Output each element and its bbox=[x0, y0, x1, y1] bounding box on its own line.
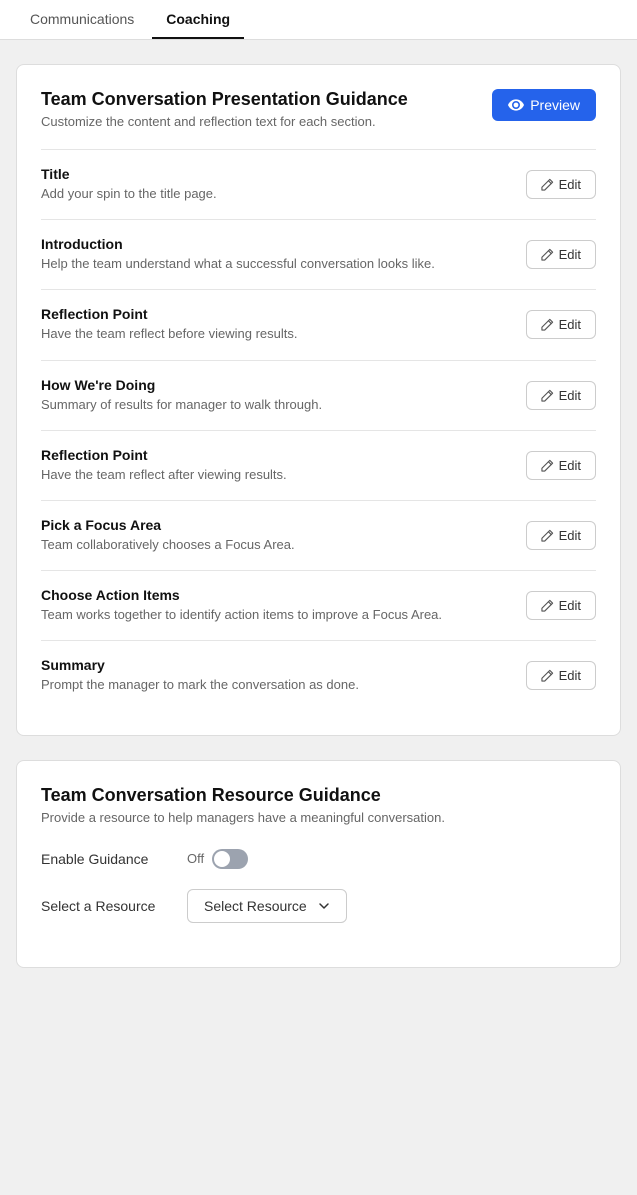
preview-button[interactable]: Preview bbox=[492, 89, 596, 121]
section-title-reflection-point-2: Reflection Point bbox=[41, 447, 510, 463]
resource-card-subtitle: Provide a resource to help managers have… bbox=[41, 810, 596, 825]
edit-button-how-were-doing[interactable]: Edit bbox=[526, 381, 596, 410]
pencil-icon bbox=[541, 389, 554, 402]
section-row-summary: Summary Prompt the manager to mark the c… bbox=[41, 640, 596, 710]
edit-button-reflection-point-1[interactable]: Edit bbox=[526, 310, 596, 339]
pencil-icon bbox=[541, 669, 554, 682]
eye-icon bbox=[508, 97, 524, 113]
nav-tab-coaching-label: Coaching bbox=[166, 11, 230, 27]
section-row-reflection-point-2: Reflection Point Have the team reflect a… bbox=[41, 430, 596, 500]
edit-button-introduction[interactable]: Edit bbox=[526, 240, 596, 269]
edit-button-title[interactable]: Edit bbox=[526, 170, 596, 199]
edit-button-label-introduction: Edit bbox=[559, 247, 581, 262]
section-info-title: Title Add your spin to the title page. bbox=[41, 166, 510, 203]
section-desc-title: Add your spin to the title page. bbox=[41, 185, 510, 203]
section-title-title: Title bbox=[41, 166, 510, 182]
resource-card: Team Conversation Resource Guidance Prov… bbox=[16, 760, 621, 968]
toggle-thumb bbox=[214, 851, 230, 867]
section-row-how-were-doing: How We're Doing Summary of results for m… bbox=[41, 360, 596, 430]
nav-bar: Communications Coaching bbox=[0, 0, 637, 40]
section-row-pick-focus-area: Pick a Focus Area Team collaboratively c… bbox=[41, 500, 596, 570]
chevron-down-icon bbox=[318, 900, 330, 912]
section-info-reflection-point-1: Reflection Point Have the team reflect b… bbox=[41, 306, 510, 343]
sections-list: Title Add your spin to the title page. E… bbox=[41, 149, 596, 711]
section-row-choose-action-items: Choose Action Items Team works together … bbox=[41, 570, 596, 640]
presentation-card-title-area: Team Conversation Presentation Guidance … bbox=[41, 89, 408, 129]
section-info-choose-action-items: Choose Action Items Team works together … bbox=[41, 587, 510, 624]
pencil-icon bbox=[541, 529, 554, 542]
section-title-how-were-doing: How We're Doing bbox=[41, 377, 510, 393]
nav-tab-communications-label: Communications bbox=[30, 11, 134, 27]
nav-tab-coaching[interactable]: Coaching bbox=[152, 1, 244, 39]
section-desc-how-were-doing: Summary of results for manager to walk t… bbox=[41, 396, 510, 414]
toggle-off-label: Off bbox=[187, 851, 204, 866]
section-title-introduction: Introduction bbox=[41, 236, 510, 252]
edit-button-summary[interactable]: Edit bbox=[526, 661, 596, 690]
pencil-icon bbox=[541, 178, 554, 191]
section-desc-reflection-point-1: Have the team reflect before viewing res… bbox=[41, 325, 510, 343]
edit-button-pick-focus-area[interactable]: Edit bbox=[526, 521, 596, 550]
edit-button-label-how-were-doing: Edit bbox=[559, 388, 581, 403]
edit-button-label-summary: Edit bbox=[559, 668, 581, 683]
edit-button-choose-action-items[interactable]: Edit bbox=[526, 591, 596, 620]
preview-button-label: Preview bbox=[530, 97, 580, 113]
enable-guidance-toggle[interactable] bbox=[212, 849, 248, 869]
enable-guidance-label: Enable Guidance bbox=[41, 851, 171, 867]
section-desc-introduction: Help the team understand what a successf… bbox=[41, 255, 510, 273]
presentation-card-title: Team Conversation Presentation Guidance bbox=[41, 89, 408, 110]
presentation-card: Team Conversation Presentation Guidance … bbox=[16, 64, 621, 736]
pencil-icon bbox=[541, 599, 554, 612]
pencil-icon bbox=[541, 318, 554, 331]
section-info-introduction: Introduction Help the team understand wh… bbox=[41, 236, 510, 273]
section-row-introduction: Introduction Help the team understand wh… bbox=[41, 219, 596, 289]
edit-button-label-reflection-point-1: Edit bbox=[559, 317, 581, 332]
page-content: Team Conversation Presentation Guidance … bbox=[0, 40, 637, 992]
resource-card-title: Team Conversation Resource Guidance bbox=[41, 785, 596, 806]
edit-button-label-choose-action-items: Edit bbox=[559, 598, 581, 613]
presentation-card-header: Team Conversation Presentation Guidance … bbox=[41, 89, 596, 129]
toggle-group: Off bbox=[187, 849, 248, 869]
select-resource-label: Select a Resource bbox=[41, 898, 171, 914]
section-title-pick-focus-area: Pick a Focus Area bbox=[41, 517, 510, 533]
section-info-pick-focus-area: Pick a Focus Area Team collaboratively c… bbox=[41, 517, 510, 554]
section-title-choose-action-items: Choose Action Items bbox=[41, 587, 510, 603]
select-resource-row: Select a Resource Select Resource bbox=[41, 889, 596, 923]
edit-button-reflection-point-2[interactable]: Edit bbox=[526, 451, 596, 480]
pencil-icon bbox=[541, 459, 554, 472]
select-resource-button-label: Select Resource bbox=[204, 898, 307, 914]
section-info-summary: Summary Prompt the manager to mark the c… bbox=[41, 657, 510, 694]
select-resource-button[interactable]: Select Resource bbox=[187, 889, 347, 923]
toggle-track bbox=[212, 849, 248, 869]
section-desc-summary: Prompt the manager to mark the conversat… bbox=[41, 676, 510, 694]
pencil-icon bbox=[541, 248, 554, 261]
edit-button-label-reflection-point-2: Edit bbox=[559, 458, 581, 473]
edit-button-label-title: Edit bbox=[559, 177, 581, 192]
presentation-card-subtitle: Customize the content and reflection tex… bbox=[41, 114, 408, 129]
section-desc-pick-focus-area: Team collaboratively chooses a Focus Are… bbox=[41, 536, 510, 554]
section-info-reflection-point-2: Reflection Point Have the team reflect a… bbox=[41, 447, 510, 484]
section-row-title: Title Add your spin to the title page. E… bbox=[41, 149, 596, 219]
section-title-summary: Summary bbox=[41, 657, 510, 673]
enable-guidance-row: Enable Guidance Off bbox=[41, 849, 596, 869]
section-info-how-were-doing: How We're Doing Summary of results for m… bbox=[41, 377, 510, 414]
section-desc-reflection-point-2: Have the team reflect after viewing resu… bbox=[41, 466, 510, 484]
section-desc-choose-action-items: Team works together to identify action i… bbox=[41, 606, 510, 624]
nav-tab-communications[interactable]: Communications bbox=[16, 1, 148, 39]
section-title-reflection-point-1: Reflection Point bbox=[41, 306, 510, 322]
edit-button-label-pick-focus-area: Edit bbox=[559, 528, 581, 543]
section-row-reflection-point-1: Reflection Point Have the team reflect b… bbox=[41, 289, 596, 359]
